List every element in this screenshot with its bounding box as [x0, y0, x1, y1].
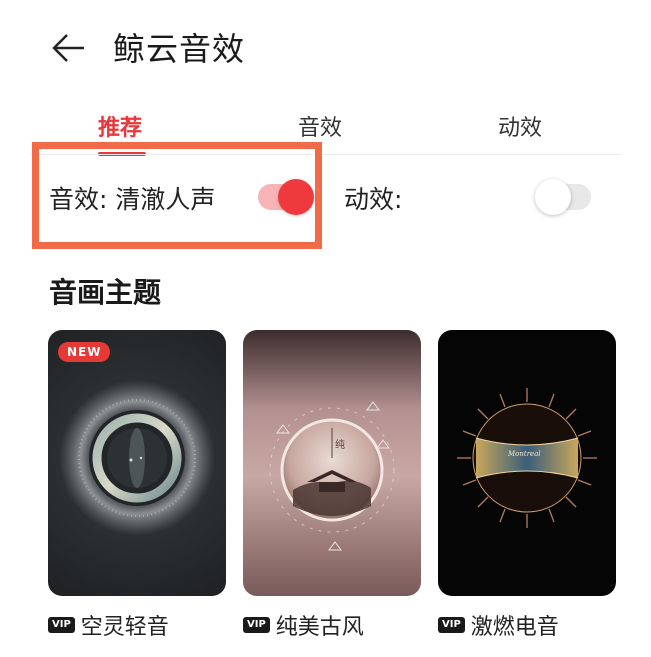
tab-recommend[interactable]: 推荐	[98, 110, 142, 142]
sound-effect-toggle[interactable]	[258, 179, 314, 215]
new-badge: NEW	[58, 342, 111, 362]
animation-effect-toggle[interactable]	[535, 179, 591, 215]
svg-text:纯: 纯	[335, 438, 345, 451]
theme-caption-electronic: VIP 激燃电音	[438, 609, 559, 641]
arrow-left-icon	[52, 34, 84, 62]
vip-badge: VIP	[243, 617, 270, 633]
theme-name: 纯美古风	[275, 615, 364, 640]
svg-text:Montreal: Montreal	[507, 450, 541, 458]
theme-card-ancient[interactable]: 纯	[243, 330, 421, 596]
toggle-knob	[278, 179, 314, 215]
theme-card-electronic[interactable]: Montreal	[438, 330, 616, 596]
ancient-style-artwork: 纯	[269, 401, 395, 551]
theme-card-ethereal[interactable]: NEW	[48, 330, 226, 596]
back-button[interactable]	[50, 30, 86, 66]
tab-animation-effects[interactable]: 动效	[498, 110, 542, 142]
ethereal-ring-artwork	[59, 380, 215, 536]
theme-name: 空灵轻音	[80, 615, 169, 640]
sound-effect-label[interactable]: 音效: 清澈人声	[49, 180, 215, 216]
section-title: 音画主题	[49, 276, 162, 309]
theme-name: 激燃电音	[470, 615, 559, 640]
vip-badge: VIP	[48, 617, 75, 633]
electronic-artwork: Montreal	[457, 388, 597, 528]
tab-sound-effects[interactable]: 音效	[298, 110, 342, 142]
animation-effect-label: 动效:	[344, 185, 403, 214]
theme-caption-ancient: VIP 纯美古风	[243, 609, 364, 641]
vip-badge: VIP	[438, 617, 465, 633]
page-title: 鲸云音效	[113, 30, 246, 68]
toggle-knob	[535, 179, 571, 215]
theme-caption-ethereal: VIP 空灵轻音	[48, 609, 169, 641]
